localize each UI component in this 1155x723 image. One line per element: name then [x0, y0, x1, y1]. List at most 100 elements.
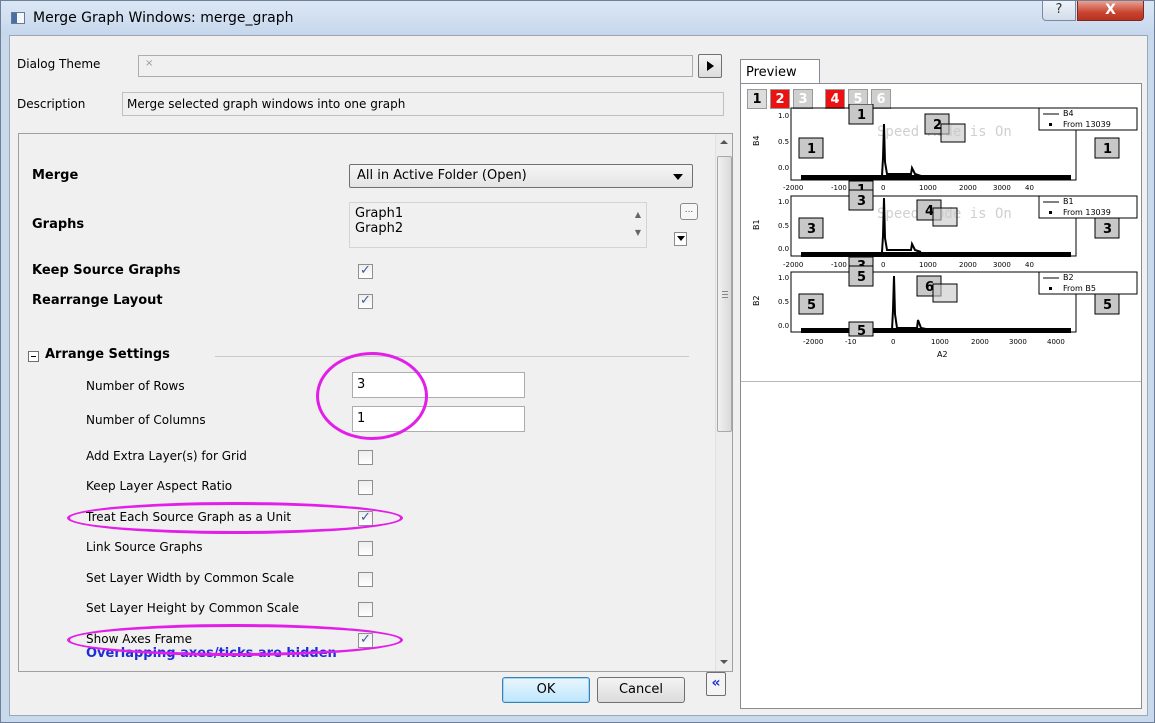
layer-marker-number: 1 — [1103, 142, 1112, 157]
merge-dropdown[interactable]: All in Active Folder (Open) — [349, 164, 693, 188]
series-baseline — [801, 175, 1071, 180]
graphs-listbox[interactable]: Graph1 Graph2 ▲ ▼ — [349, 202, 647, 248]
collapse-preview-button[interactable]: « — [706, 672, 726, 696]
y-tick: 0.0 — [778, 322, 789, 330]
description-field: Merge selected graph windows into one gr… — [122, 92, 724, 116]
x-tick: 3000 — [1009, 338, 1027, 346]
rearrange-checkbox[interactable] — [358, 293, 373, 309]
rows-label: Number of Rows — [86, 379, 185, 393]
layer-marker-number: 1 — [857, 108, 866, 123]
layer-marker-ghost — [932, 283, 958, 303]
layer-marker-number: 5 — [857, 324, 866, 339]
columns-label: Number of Columns — [86, 413, 206, 427]
settings-scrollbar[interactable] — [715, 134, 732, 671]
preview-panel: 1 2 3 4 5 6 Speed Mode is On B4 1.0 — [740, 83, 1142, 709]
merged-graph-svg: Speed Mode is On B4 1.0 0.5 0.0 -2000 -1… — [752, 103, 1138, 359]
aspect-ratio-label: Keep Layer Aspect Ratio — [86, 479, 233, 493]
axes-frame-label: Show Axes Frame — [86, 632, 192, 646]
axes-frame-checkbox[interactable] — [358, 632, 373, 648]
overlap-warning: Overlapping axes/ticks are hidden — [86, 646, 337, 661]
close-button[interactable]: X — [1077, 1, 1144, 21]
dialog-theme-input[interactable]: × — [138, 55, 693, 77]
x-tick: 1000 — [919, 184, 937, 192]
y-tick: 0.5 — [778, 138, 789, 146]
link-source-label: Link Source Graphs — [86, 540, 203, 554]
x-tick: -2000 — [783, 261, 803, 269]
app-icon — [11, 12, 25, 24]
ok-button[interactable]: OK — [502, 677, 590, 703]
window-title: Merge Graph Windows: merge_graph — [33, 10, 294, 26]
cancel-button[interactable]: Cancel — [597, 677, 685, 703]
layer-marker-number: 3 — [857, 194, 866, 209]
scroll-thumb[interactable] — [717, 156, 732, 432]
graph-panel-1: Speed Mode is On B4 1.0 0.5 0.0 -2000 -1… — [752, 103, 1138, 198]
legend-marker — [1049, 287, 1052, 290]
listbox-scroll-arrows[interactable]: ▲ ▼ — [632, 206, 644, 244]
layer-width-checkbox[interactable] — [358, 572, 373, 587]
layer-height-checkbox[interactable] — [358, 602, 373, 617]
graphs-browse-button[interactable]: ... — [680, 203, 698, 220]
keep-source-checkbox[interactable] — [358, 263, 373, 279]
extra-layers-checkbox[interactable] — [358, 450, 373, 465]
x-axis-label: A2 — [937, 350, 948, 359]
theme-menu-button[interactable] — [698, 54, 722, 78]
columns-input[interactable]: 1 — [352, 406, 525, 432]
legend-source: From 13039 — [1063, 208, 1111, 217]
tab-preview[interactable]: Preview — [740, 59, 820, 84]
layer-marker-number: 5 — [807, 298, 816, 313]
legend-series: B4 — [1063, 109, 1074, 118]
dialog-window: Merge Graph Windows: merge_graph ? X Dia… — [0, 0, 1155, 723]
x-tick: 3000 — [993, 184, 1011, 192]
treat-unit-checkbox[interactable] — [358, 510, 373, 526]
legend-series: B1 — [1063, 197, 1074, 206]
scroll-up-button[interactable] — [716, 134, 732, 151]
x-tick: 2000 — [959, 261, 977, 269]
scroll-down-button[interactable] — [716, 654, 732, 671]
y-tick: 0.0 — [778, 164, 789, 172]
y-axis-label: B2 — [752, 295, 761, 306]
layer-marker-number: 5 — [1103, 298, 1112, 313]
y-axis-label: B1 — [752, 219, 761, 230]
legend-source: From 13039 — [1063, 120, 1111, 129]
graphs-list-item[interactable]: Graph1 — [355, 206, 641, 221]
dialog-body: Dialog Theme × Description Merge selecte… — [9, 35, 1148, 716]
description-label: Description — [17, 97, 86, 111]
link-source-checkbox[interactable] — [358, 541, 373, 556]
x-tick: 0 — [881, 261, 885, 269]
y-tick: 1.0 — [778, 198, 789, 206]
x-tick: 1000 — [919, 261, 937, 269]
x-tick: -100 — [831, 184, 847, 192]
x-tick: -2000 — [803, 338, 823, 346]
extra-layers-label: Add Extra Layer(s) for Grid — [86, 449, 247, 463]
aspect-ratio-checkbox[interactable] — [358, 480, 373, 495]
x-tick: 0 — [891, 338, 895, 346]
title-bar[interactable]: Merge Graph Windows: merge_graph ? X — [1, 1, 1154, 35]
x-tick: 40 — [1025, 184, 1034, 192]
collapse-group-icon[interactable] — [28, 351, 39, 362]
y-tick: 0.5 — [778, 298, 789, 306]
dialog-theme-label: Dialog Theme — [17, 57, 101, 71]
y-tick: 1.0 — [778, 112, 789, 120]
x-tick: 40 — [1025, 261, 1034, 269]
arrange-settings-header: Arrange Settings — [45, 347, 170, 362]
merged-graph-preview: Speed Mode is On B4 1.0 0.5 0.0 -2000 -1… — [741, 103, 1141, 384]
x-tick: 4000 — [1047, 338, 1065, 346]
legend-marker — [1049, 211, 1052, 214]
x-tick: 2000 — [971, 338, 989, 346]
rows-input[interactable]: 3 — [352, 372, 525, 398]
graph-panel-3: B2 1.0 0.5 0.0 -2000 -10 0 1000 2000 300… — [752, 265, 1138, 359]
graphs-list-item[interactable]: Graph2 — [355, 221, 641, 236]
settings-tree: Merge All in Active Folder (Open) Graphs… — [18, 133, 733, 672]
scroll-grip-icon — [722, 291, 728, 298]
graphs-dropdown-button[interactable] — [674, 232, 687, 246]
y-tick: 0.0 — [778, 245, 789, 253]
graph-panel-2: Speed Mode is On B1 1.0 0.5 0.0 -2000 -1… — [752, 189, 1138, 274]
layer-marker-number: 1 — [807, 142, 816, 157]
preview-divider — [741, 381, 1141, 382]
description-text: Merge selected graph windows into one gr… — [127, 97, 406, 111]
merge-dropdown-value: All in Active Folder (Open) — [357, 168, 527, 183]
rearrange-label: Rearrange Layout — [32, 293, 163, 308]
help-button[interactable]: ? — [1042, 1, 1076, 21]
merge-label: Merge — [32, 168, 79, 183]
layer-width-label: Set Layer Width by Common Scale — [86, 571, 295, 585]
